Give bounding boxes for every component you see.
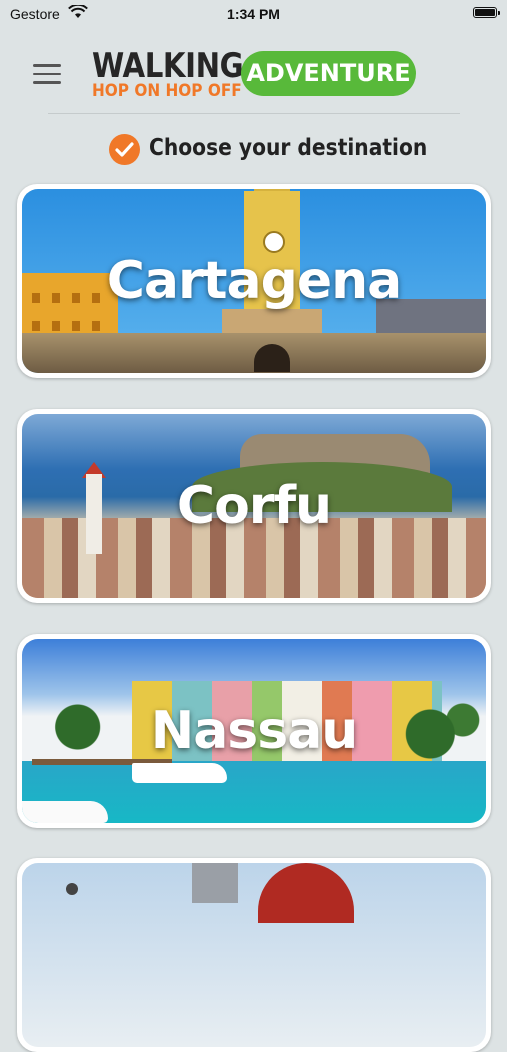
check-circle-icon [109, 134, 140, 165]
logo-adventure-badge: ADVENTURE [241, 51, 416, 96]
header-divider [48, 113, 460, 114]
destination-label: Nassau [150, 701, 359, 761]
logo-hop-text: HOP ON HOP OFF [92, 81, 242, 101]
prompt-text: Choose your destination [149, 135, 428, 161]
destination-label: Corfu [176, 476, 332, 536]
logo-walking-text: WALKING [92, 46, 244, 86]
destination-card-cartagena[interactable]: Cartagena [17, 184, 491, 378]
app-logo: WALKING HOP ON HOP OFF ADVENTURE [92, 46, 418, 102]
destination-card-corfu[interactable]: Corfu [17, 409, 491, 603]
corfu-image: Corfu [22, 414, 486, 598]
destination-card-nassau[interactable]: Nassau [17, 634, 491, 828]
status-bar: Gestore 1:34 PM [0, 0, 507, 30]
partial-destination-image [22, 863, 486, 1047]
destination-card-partial[interactable] [17, 858, 491, 1052]
destination-label: Cartagena [106, 251, 402, 311]
cartagena-image: Cartagena [22, 189, 486, 373]
nassau-image: Nassau [22, 639, 486, 823]
status-time: 1:34 PM [227, 6, 280, 22]
hamburger-menu-icon[interactable] [33, 64, 61, 86]
battery-icon [473, 7, 500, 18]
